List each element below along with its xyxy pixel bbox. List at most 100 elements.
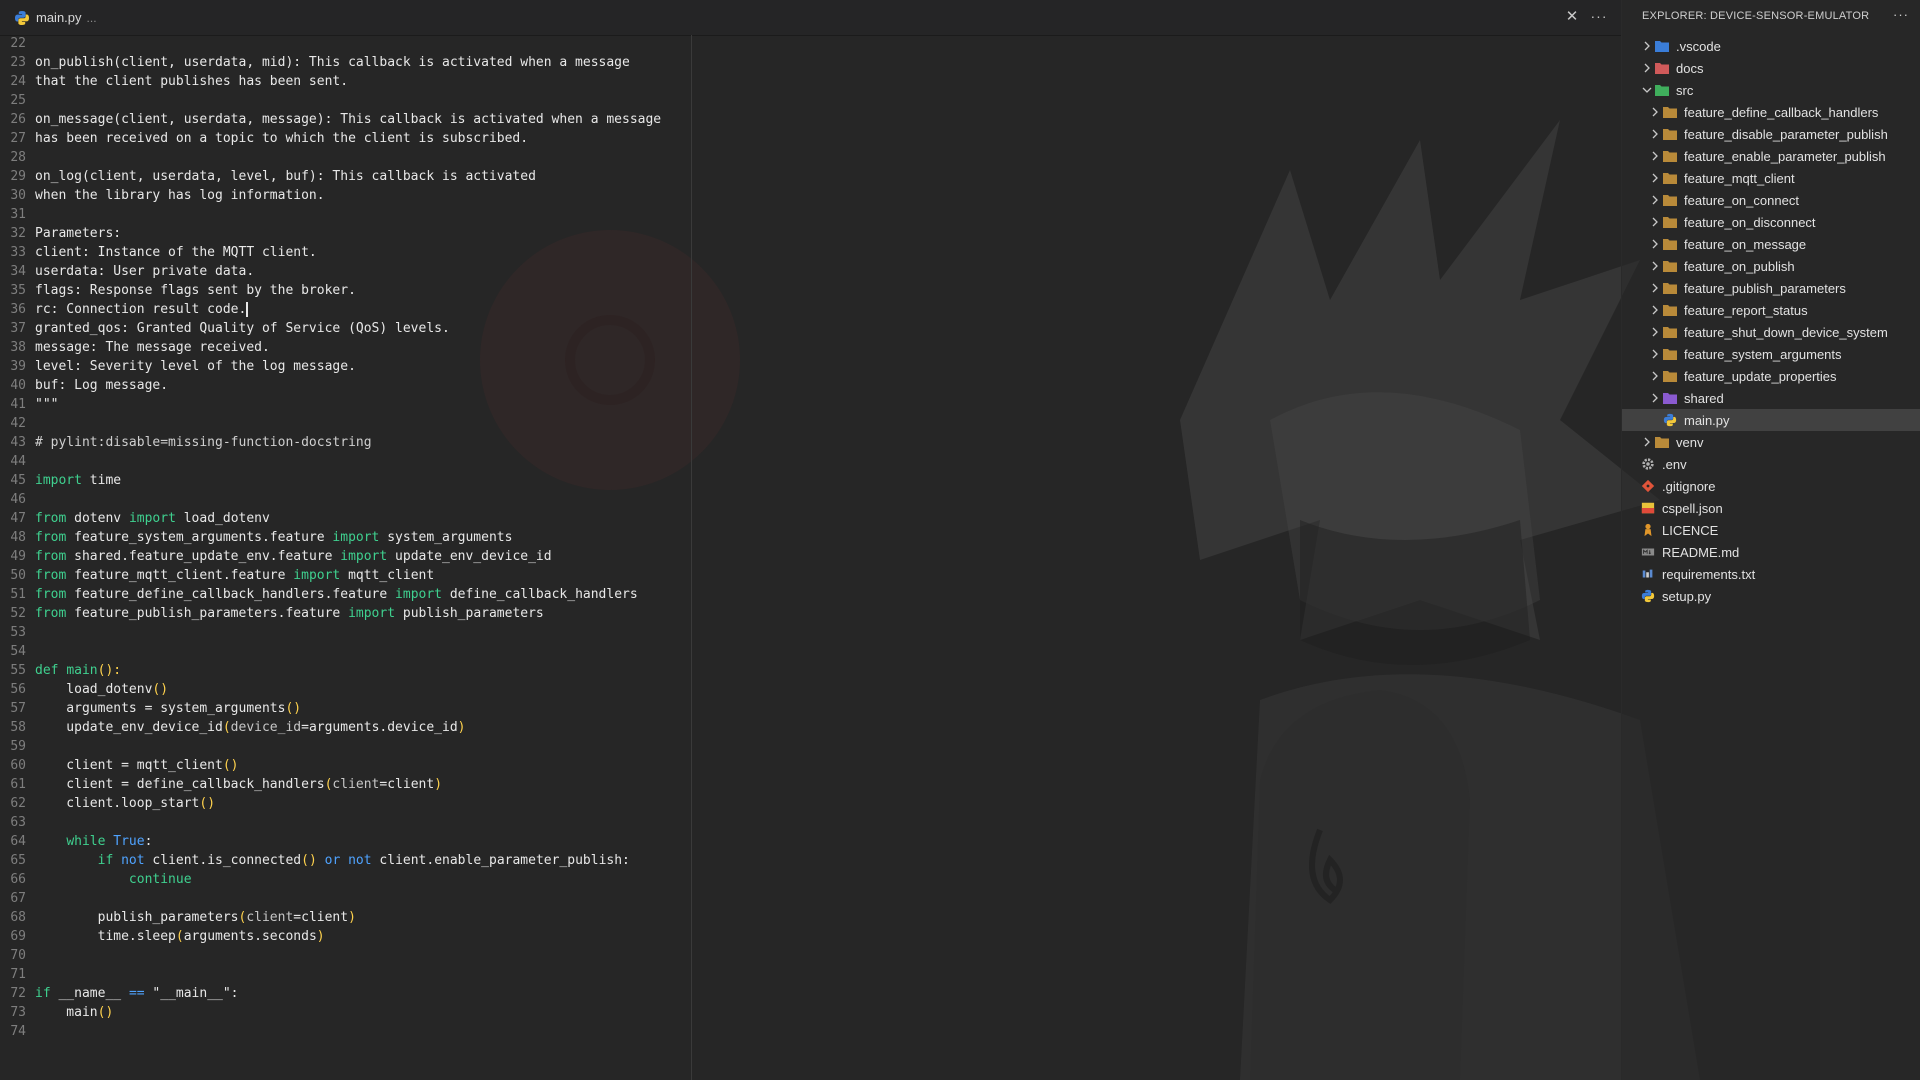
chevron-right-icon[interactable] [1648,369,1662,383]
tree-item-feature-define-callback-handlers[interactable]: feature_define_callback_handlers [1622,101,1920,123]
tree-item-feature-enable-parameter-publish[interactable]: feature_enable_parameter_publish [1622,145,1920,167]
tree-item-licence[interactable]: LICENCE [1622,519,1920,541]
tree-item-feature-on-connect[interactable]: feature_on_connect [1622,189,1920,211]
code-line[interactable]: 44 [0,452,1621,471]
code-line[interactable]: 61 client = define_callback_handlers(cli… [0,775,1621,794]
tree-item-feature-report-status[interactable]: feature_report_status [1622,299,1920,321]
tree-item-venv[interactable]: venv [1622,431,1920,453]
code-line[interactable]: 31 [0,205,1621,224]
code-line[interactable]: 73 main() [0,1003,1621,1022]
code-line[interactable]: 34 userdata: User private data. [0,262,1621,281]
more-actions-icon[interactable]: ··· [1590,9,1608,25]
code-line[interactable]: 37 granted_qos: Granted Quality of Servic… [0,319,1621,338]
chevron-right-icon[interactable] [1648,259,1662,273]
code-line[interactable]: 64 while True: [0,832,1621,851]
code-line[interactable]: 26 on_message(client, userdata, message):… [0,110,1621,129]
chevron-right-icon[interactable] [1648,105,1662,119]
tree-item-feature-disable-parameter-publish[interactable]: feature_disable_parameter_publish [1622,123,1920,145]
code-line[interactable]: 57 arguments = system_arguments() [0,699,1621,718]
code-line[interactable]: 52 from feature_publish_parameters.featur… [0,604,1621,623]
tree-item-src[interactable]: src [1622,79,1920,101]
code-line[interactable]: 29 on_log(client, userdata, level, buf): … [0,167,1621,186]
tree-item-feature-on-publish[interactable]: feature_on_publish [1622,255,1920,277]
tree-item-cspell-json[interactable]: cspell.json [1622,497,1920,519]
code-line[interactable]: 36 rc: Connection result code. [0,300,1621,319]
chevron-down-icon[interactable] [1640,83,1654,97]
code-line[interactable]: 43 # pylint:disable=missing-function-docs… [0,433,1621,452]
tree-item-feature-publish-parameters[interactable]: feature_publish_parameters [1622,277,1920,299]
code-line[interactable]: 66 continue [0,870,1621,889]
code-line[interactable]: 28 [0,148,1621,167]
code-line[interactable]: 33 client: Instance of the MQTT client. [0,243,1621,262]
code-line[interactable]: 59 [0,737,1621,756]
tree-item-feature-shut-down-device-system[interactable]: feature_shut_down_device_system [1622,321,1920,343]
tree-item-env[interactable]: .env [1622,453,1920,475]
code-line[interactable]: 51 from feature_define_callback_handlers.… [0,585,1621,604]
code-line[interactable]: 38 message: The message received. [0,338,1621,357]
chevron-right-icon[interactable] [1648,149,1662,163]
explorer-more-icon[interactable]: ··· [1893,7,1909,22]
code-line[interactable]: 56 load_dotenv() [0,680,1621,699]
chevron-right-icon[interactable] [1640,61,1654,75]
code-line[interactable]: 39 level: Severity level of the log messa… [0,357,1621,376]
tree-item-docs[interactable]: docs [1622,57,1920,79]
code-editor[interactable]: 22 23 on_publish(client, userdata, mid): T… [0,34,1621,1041]
code-line[interactable]: 23 on_publish(client, userdata, mid): Thi… [0,53,1621,72]
tree-item-feature-system-arguments[interactable]: feature_system_arguments [1622,343,1920,365]
tree-item-feature-on-disconnect[interactable]: feature_on_disconnect [1622,211,1920,233]
tree-item-feature-update-properties[interactable]: feature_update_properties [1622,365,1920,387]
code-line[interactable]: 67 [0,889,1621,908]
code-line[interactable]: 72 if __name__ == "__main__": [0,984,1621,1003]
code-line[interactable]: 54 [0,642,1621,661]
chevron-right-icon[interactable] [1648,237,1662,251]
code-line[interactable]: 40 buf: Log message. [0,376,1621,395]
tree-item-gitignore[interactable]: .gitignore [1622,475,1920,497]
chevron-right-icon[interactable] [1648,347,1662,361]
code-line[interactable]: 22 [0,34,1621,53]
chevron-right-icon[interactable] [1648,127,1662,141]
code-line[interactable]: 60 client = mqtt_client() [0,756,1621,775]
chevron-right-icon[interactable] [1648,391,1662,405]
code-line[interactable]: 47 from dotenv import load_dotenv [0,509,1621,528]
code-line[interactable]: 42 [0,414,1621,433]
code-line[interactable]: 53 [0,623,1621,642]
tree-item-vscode[interactable]: .vscode [1622,35,1920,57]
tree-item-shared[interactable]: shared [1622,387,1920,409]
chevron-right-icon[interactable] [1648,193,1662,207]
code-line[interactable]: 41 """ [0,395,1621,414]
chevron-right-icon[interactable] [1648,325,1662,339]
code-line[interactable]: 49 from shared.feature_update_env.feature… [0,547,1621,566]
tree-item-requirements-txt[interactable]: requirements.txt [1622,563,1920,585]
chevron-right-icon[interactable] [1640,435,1654,449]
code-line[interactable]: 63 [0,813,1621,832]
code-line[interactable]: 24 that the client publishes has been sen… [0,72,1621,91]
code-line[interactable]: 32 Parameters: [0,224,1621,243]
chevron-right-icon[interactable] [1648,171,1662,185]
close-icon[interactable]: ✕ [1564,9,1580,25]
code-line[interactable]: 27 has been received on a topic to which … [0,129,1621,148]
code-line[interactable]: 25 [0,91,1621,110]
code-line[interactable]: 45 import time [0,471,1621,490]
code-line[interactable]: 68 publish_parameters(client=client) [0,908,1621,927]
code-line[interactable]: 71 [0,965,1621,984]
tab-main-py[interactable]: main.py ... [14,0,97,35]
tree-item-setup-py[interactable]: setup.py [1622,585,1920,607]
code-line[interactable]: 69 time.sleep(arguments.seconds) [0,927,1621,946]
tree-item-feature-mqtt-client[interactable]: feature_mqtt_client [1622,167,1920,189]
tree-item-feature-on-message[interactable]: feature_on_message [1622,233,1920,255]
code-line[interactable]: 62 client.loop_start() [0,794,1621,813]
code-line[interactable]: 46 [0,490,1621,509]
code-line[interactable]: 48 from feature_system_arguments.feature … [0,528,1621,547]
code-line[interactable]: 74 [0,1022,1621,1041]
code-line[interactable]: 35 flags: Response flags sent by the brok… [0,281,1621,300]
chevron-right-icon[interactable] [1648,281,1662,295]
code-line[interactable]: 70 [0,946,1621,965]
chevron-right-icon[interactable] [1648,215,1662,229]
chevron-right-icon[interactable] [1640,39,1654,53]
tree-item-main-py[interactable]: main.py [1622,409,1920,431]
code-line[interactable]: 50 from feature_mqtt_client.feature impor… [0,566,1621,585]
code-line[interactable]: 58 update_env_device_id(device_id=argume… [0,718,1621,737]
code-line[interactable]: 55 def main(): [0,661,1621,680]
tree-item-readme-md[interactable]: README.md [1622,541,1920,563]
chevron-right-icon[interactable] [1648,303,1662,317]
